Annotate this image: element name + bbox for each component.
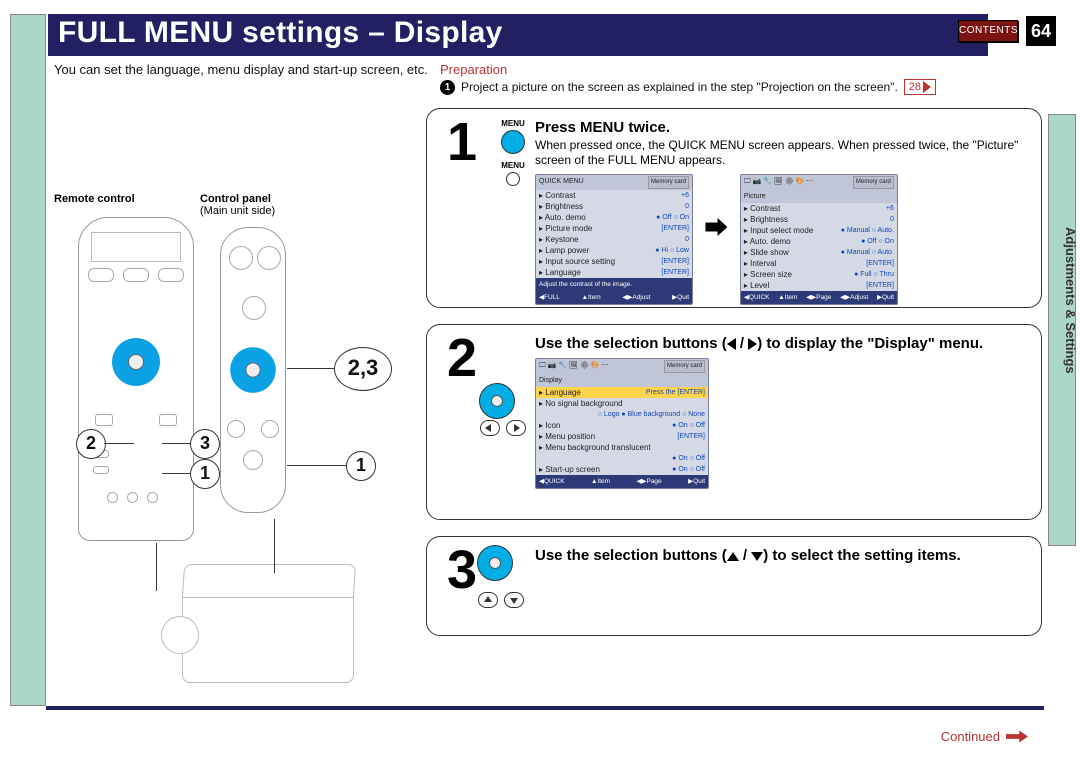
preparation-step: 1 Project a picture on the screen as exp…	[440, 79, 936, 95]
projector-outline	[182, 585, 354, 683]
control-panel-outline	[220, 227, 286, 513]
step-1-title: Press MENU twice.	[535, 119, 1027, 136]
contents-button[interactable]: CONTENTS	[958, 20, 1018, 42]
left-margin-stripe	[10, 14, 46, 706]
section-tab-label: Adjustments & Settings	[1052, 227, 1078, 374]
up-arrow-icon	[478, 592, 498, 608]
remote-outline	[78, 217, 194, 541]
menu-button-icon	[501, 130, 525, 154]
step-2: 2 Use the selection buttons ( / ) to dis…	[426, 324, 1042, 520]
diagram-labels: Control panel Remote control (Main unit …	[54, 193, 275, 217]
step-2-controls	[479, 383, 527, 442]
control-panel-label: Control panel	[200, 193, 275, 205]
right-arrow-icon	[506, 420, 526, 436]
osd-picture-menu: 🖵 📷 🔧 🖼 ⚙ 🎨 ⋯Memory card Picture ▸ Contr…	[740, 174, 898, 305]
preparation-heading: Preparation	[440, 62, 507, 77]
step-3: 3 Use the selection buttons ( / ) to sel…	[426, 536, 1042, 636]
step-2-title: Use the selection buttons ( / ) to displ…	[535, 335, 1027, 352]
dpad-icon	[479, 383, 515, 419]
menu-caption-bottom: MENU	[493, 161, 533, 170]
title-bar: FULL MENU settings – Display	[48, 14, 988, 56]
page-link-28[interactable]: 28	[904, 79, 936, 95]
down-arrow-icon	[504, 592, 524, 608]
intro-text: You can set the language, menu display a…	[54, 62, 434, 78]
remote-dpad	[112, 338, 160, 386]
prep-text: Project a picture on the screen as expla…	[461, 80, 898, 94]
continued-label: Continued	[941, 729, 1000, 744]
prep-bullet: 1	[440, 80, 455, 95]
step-1-osds: QUICK MENUMemory card ▸ Contrast+6▸ Brig…	[535, 174, 1027, 305]
callout-3-left: 3	[190, 429, 220, 459]
step-1-body: When pressed once, the QUICK MENU screen…	[535, 138, 1027, 168]
continued-indicator: Continued	[941, 729, 1028, 744]
callout-1-left: 1	[190, 459, 220, 489]
callout-23: 2,3	[334, 347, 392, 391]
steps-column: 1 MENU MENU Press MENU twice. When press…	[426, 108, 1042, 652]
dpad-icon	[477, 545, 513, 581]
step-1: 1 MENU MENU Press MENU twice. When press…	[426, 108, 1042, 308]
panel-dpad	[230, 347, 276, 393]
step-2-number: 2	[441, 329, 483, 387]
menu-caption-top: MENU	[493, 119, 533, 128]
arrow-right-icon	[705, 218, 727, 236]
callout-2-left: 2	[76, 429, 106, 459]
page-number: 64	[1026, 16, 1056, 46]
manual-page: Adjustments & Settings FULL MENU setting…	[0, 0, 1080, 764]
osd-display-menu: 🖵 📷 🔧 🖼 ⚙ 🎨 ⋯Memory card Display ▸ Langu…	[535, 358, 709, 489]
page-title: FULL MENU settings – Display	[48, 14, 988, 50]
step-1-number: 1	[441, 113, 483, 171]
continued-arrow-icon	[1006, 731, 1028, 743]
step-3-controls	[477, 591, 525, 614]
step-3-title: Use the selection buttons ( / ) to selec…	[535, 547, 1027, 564]
bottom-rule	[46, 706, 1044, 710]
left-arrow-icon	[480, 420, 500, 436]
step-1-icons: MENU MENU	[493, 119, 533, 193]
menu-small-icon	[506, 172, 520, 186]
callout-1-right: 1	[346, 451, 376, 481]
hardware-diagram: 2,3 1 2 3 1	[54, 215, 424, 695]
osd-quick-menu: QUICK MENUMemory card ▸ Contrast+6▸ Brig…	[535, 174, 693, 305]
section-tab: Adjustments & Settings	[1048, 114, 1076, 546]
